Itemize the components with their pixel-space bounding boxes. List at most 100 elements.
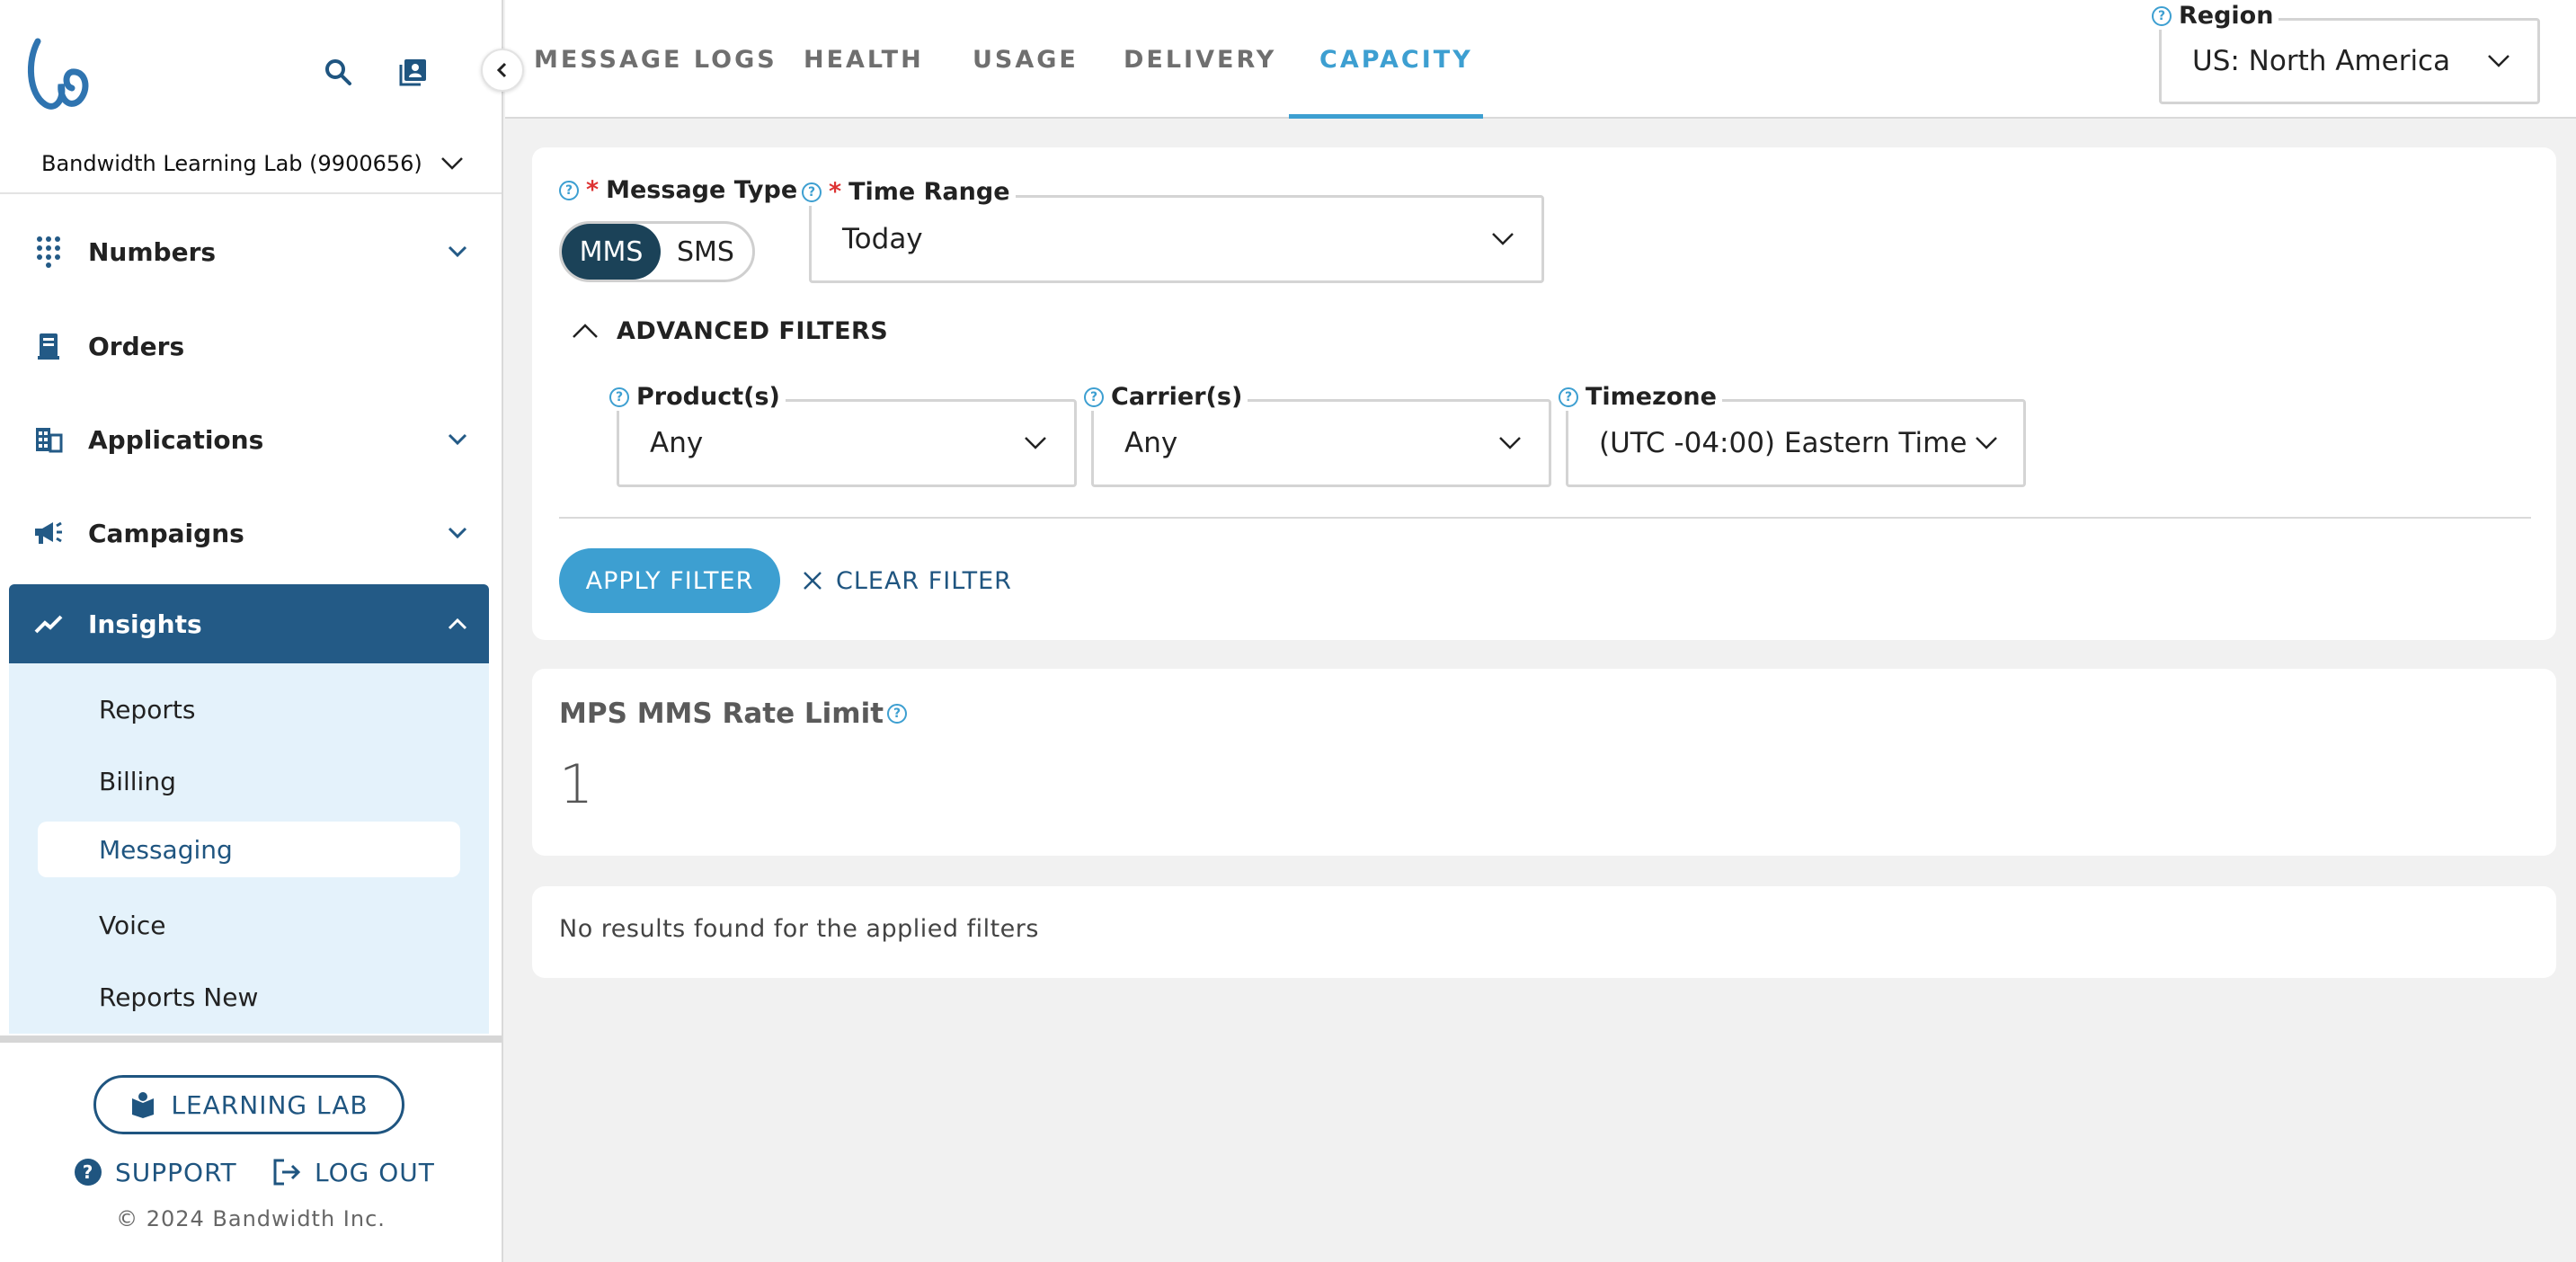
help-icon[interactable]: ? <box>609 387 629 407</box>
chevron-down-icon <box>426 245 489 258</box>
divider <box>0 192 502 194</box>
nav-item-applications[interactable]: Applications <box>9 400 489 479</box>
support-label: SUPPORT <box>115 1157 237 1187</box>
products-select[interactable]: Any <box>617 399 1077 487</box>
time-range-value: Today <box>842 223 923 255</box>
tab-label: DELIVERY <box>1124 45 1277 74</box>
time-range-label: ? * Time Range <box>796 178 1016 206</box>
toggle-option-sms[interactable]: SMS <box>661 224 751 280</box>
collapse-sidebar-button[interactable] <box>481 49 524 92</box>
chevron-down-icon <box>1492 233 1514 245</box>
region-value: US: North America <box>2192 45 2451 77</box>
time-range-select[interactable]: Today <box>809 195 1544 283</box>
help-icon[interactable]: ? <box>1084 387 1104 407</box>
insights-subnav: Reports Billing Messaging Voice Reports … <box>9 663 489 1034</box>
message-type-toggle: MMS SMS <box>559 221 755 282</box>
subnav-item-reports-new[interactable]: Reports New <box>38 969 460 1025</box>
subnav-label: Voice <box>99 910 166 940</box>
tab-label: MESSAGE LOGS <box>534 45 777 74</box>
apply-filter-button[interactable]: APPLY FILTER <box>559 548 780 613</box>
clear-filter-button[interactable]: CLEAR FILTER <box>802 563 1012 599</box>
contacts-book-icon[interactable] <box>397 56 430 88</box>
chevron-down-icon <box>426 433 489 446</box>
tab-capacity[interactable]: CAPACITY <box>1319 0 1473 119</box>
clear-filter-label: CLEAR FILTER <box>836 566 1012 595</box>
logout-icon <box>273 1159 301 1186</box>
chevron-down-icon <box>1499 437 1521 449</box>
chevron-down-icon <box>1976 437 1997 449</box>
chevron-up-icon <box>426 618 489 630</box>
nav-item-insights[interactable]: Insights <box>9 584 489 663</box>
logout-link[interactable]: LOG OUT <box>271 1152 435 1192</box>
copyright: © 2024 Bandwidth Inc. <box>116 1206 386 1231</box>
subnav-item-voice[interactable]: Voice <box>38 897 460 953</box>
help-icon[interactable]: ? <box>559 180 579 200</box>
tab-label: HEALTH <box>804 45 924 74</box>
empty-state-message: No results found for the applied filters <box>559 915 1039 943</box>
tab-label: USAGE <box>973 45 1079 74</box>
nav-item-orders[interactable]: Orders <box>9 307 489 386</box>
building-icon <box>9 426 88 453</box>
logout-label: LOG OUT <box>315 1157 435 1187</box>
chevron-down-icon <box>441 157 463 170</box>
help-icon[interactable]: ? <box>2152 5 2172 26</box>
nav-label: Insights <box>88 609 202 639</box>
chevron-down-icon <box>1025 437 1046 449</box>
timezone-select[interactable]: (UTC -04:00) Eastern Time <box>1566 399 2026 487</box>
timezone-value: (UTC -04:00) Eastern Time <box>1599 427 1968 459</box>
carriers-value: Any <box>1124 427 1178 459</box>
nav-label: Campaigns <box>88 518 244 548</box>
tab-message-logs[interactable]: MESSAGE LOGS <box>534 0 777 119</box>
help-icon[interactable]: ? <box>887 704 908 724</box>
search-icon[interactable] <box>322 56 354 88</box>
tab-health[interactable]: HEALTH <box>804 0 924 119</box>
nav-label: Numbers <box>88 236 217 267</box>
region-label-text: Region <box>2179 2 2274 30</box>
metric-title: MPS MMS Rate Limit ? <box>559 696 908 732</box>
chevron-left-icon <box>496 62 507 78</box>
nav-label: Applications <box>88 424 264 455</box>
svg-text:?: ? <box>83 1161 94 1183</box>
region-select[interactable]: US: North America <box>2159 18 2540 104</box>
message-type-label-text: Message Type <box>606 176 798 204</box>
account-selector[interactable]: Bandwidth Learning Lab (9900656) <box>41 144 464 183</box>
metric-title-text: MPS MMS Rate Limit <box>559 698 884 730</box>
carriers-label-text: Carrier(s) <box>1111 383 1243 411</box>
nav-item-numbers[interactable]: Numbers <box>9 212 489 291</box>
learning-lab-label: LEARNING LAB <box>171 1089 369 1120</box>
metric-value: 1 <box>559 753 594 816</box>
carriers-select[interactable]: Any <box>1091 399 1551 487</box>
learning-lab-button[interactable]: LEARNING LAB <box>93 1075 404 1134</box>
carriers-label: ? Carrier(s) <box>1079 383 1248 411</box>
scrollbar-track[interactable] <box>0 1035 502 1043</box>
toggle-option-mms[interactable]: MMS <box>562 224 661 280</box>
subnav-item-messaging[interactable]: Messaging <box>38 822 460 877</box>
subnav-item-reports[interactable]: Reports <box>38 681 460 737</box>
help-icon[interactable]: ? <box>1559 387 1578 407</box>
divider <box>559 517 2531 519</box>
sidebar: Bandwidth Learning Lab (9900656) Numbers <box>0 0 524 1262</box>
timezone-label: ? Timezone <box>1553 383 1722 411</box>
nav-item-campaigns[interactable]: Campaigns <box>9 493 489 573</box>
help-circle-icon: ? <box>75 1159 102 1186</box>
subnav-label: Billing <box>99 766 176 796</box>
support-link[interactable]: ? SUPPORT <box>74 1152 237 1192</box>
time-range-label-text: Time Range <box>848 178 1010 206</box>
bandwidth-logo[interactable] <box>25 34 90 111</box>
tab-label: CAPACITY <box>1319 45 1473 74</box>
tab-delivery[interactable]: DELIVERY <box>1124 0 1276 119</box>
chevron-down-icon <box>2488 55 2509 67</box>
active-tab-indicator <box>1289 114 1483 119</box>
close-icon <box>804 572 822 590</box>
subnav-item-billing[interactable]: Billing <box>38 753 460 809</box>
required-asterisk: * <box>586 176 600 204</box>
chevron-down-icon <box>426 527 489 539</box>
subnav-label: Reports New <box>99 982 259 1012</box>
advanced-filters-toggle[interactable]: ADVANCED FILTERS <box>572 313 888 349</box>
help-icon[interactable]: ? <box>802 182 822 202</box>
subnav-label: Messaging <box>99 834 233 865</box>
tab-usage[interactable]: USAGE <box>973 0 1079 119</box>
products-label: ? Product(s) <box>604 383 786 411</box>
timezone-label-text: Timezone <box>1586 383 1717 411</box>
book-icon <box>132 1092 155 1118</box>
